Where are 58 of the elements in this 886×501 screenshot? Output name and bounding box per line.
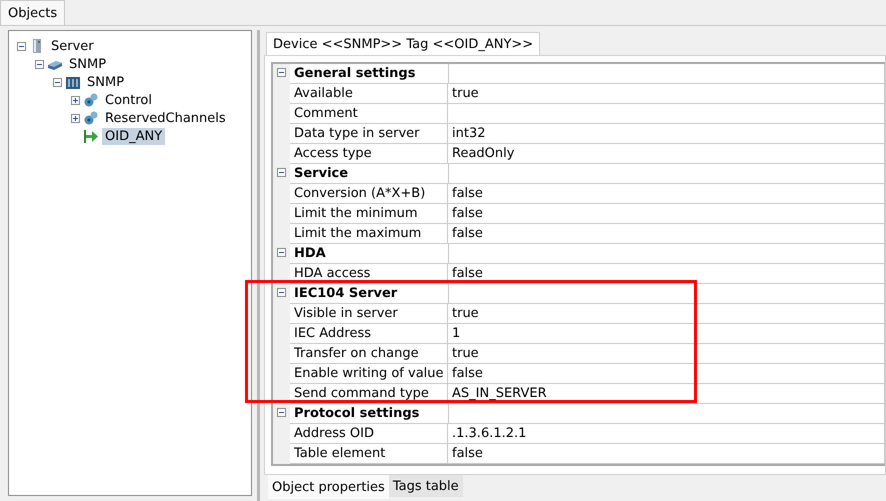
section-header: General settings xyxy=(290,64,885,84)
tree-item[interactable]: SNMP xyxy=(66,56,110,72)
expand-toggle[interactable] xyxy=(71,114,80,122)
expand-toggle[interactable] xyxy=(277,248,286,257)
tree-item[interactable]: OID_ANY xyxy=(102,128,166,144)
section-header: IEC104 Server xyxy=(290,284,885,304)
tree-item[interactable]: SNMP xyxy=(84,74,128,90)
property-name: IEC Address xyxy=(290,324,448,344)
bottom-tab[interactable]: Object properties xyxy=(268,475,389,499)
tree-item[interactable]: ReservedChannels xyxy=(102,110,229,126)
property-name: Table element xyxy=(290,444,448,464)
property-value[interactable]: AS_IN_SERVER xyxy=(448,384,885,404)
property-value[interactable]: int32 xyxy=(448,124,885,144)
property-name: Send command type xyxy=(290,384,448,404)
rack-icon xyxy=(65,74,81,90)
section-header: Service xyxy=(290,164,885,184)
property-name: Conversion (A*X+B) xyxy=(290,184,448,204)
section-header: HDA xyxy=(290,244,885,264)
property-value[interactable]: false xyxy=(448,364,885,384)
property-value[interactable]: false xyxy=(448,224,885,244)
property-value[interactable]: true xyxy=(448,304,885,324)
property-name: Limit the minimum xyxy=(290,204,448,224)
expand-toggle[interactable] xyxy=(71,96,80,104)
property-name: Transfer on change xyxy=(290,344,448,364)
property-value[interactable]: false xyxy=(448,264,885,284)
property-value[interactable]: 1 xyxy=(448,324,885,344)
expand-toggle[interactable] xyxy=(277,288,286,297)
expand-toggle[interactable] xyxy=(53,78,62,86)
property-value[interactable]: false xyxy=(448,184,885,204)
property-name: Access type xyxy=(290,144,448,164)
expand-toggle[interactable] xyxy=(277,68,286,77)
property-name: Comment xyxy=(290,104,448,124)
property-name: HDA access xyxy=(290,264,448,284)
gears-icon xyxy=(83,110,99,126)
property-value[interactable]: true xyxy=(448,84,885,104)
property-value[interactable]: .1.3.6.1.2.1 xyxy=(448,424,885,444)
section-header: Protocol settings xyxy=(290,404,885,424)
tree-item[interactable]: Server xyxy=(48,38,97,54)
arrow-icon xyxy=(83,128,99,144)
property-value[interactable]: true xyxy=(448,344,885,364)
property-name: Visible in server xyxy=(290,304,448,324)
property-value[interactable]: false xyxy=(448,444,885,464)
expand-toggle[interactable] xyxy=(277,168,286,177)
property-name: Available xyxy=(290,84,448,104)
property-name: Data type in server xyxy=(290,124,448,144)
expand-toggle[interactable] xyxy=(277,408,286,417)
gears-icon xyxy=(83,92,99,108)
bottom-tab[interactable]: Tags table xyxy=(388,475,463,497)
tree-item[interactable]: Control xyxy=(102,92,155,108)
property-name: Enable writing of value xyxy=(290,364,448,384)
objects-tab[interactable]: Objects xyxy=(0,0,66,25)
property-name: Limit the maximum xyxy=(290,224,448,244)
expand-toggle[interactable] xyxy=(35,60,44,68)
expand-toggle[interactable] xyxy=(17,42,26,50)
property-name: Address OID xyxy=(290,424,448,444)
panel-tab[interactable]: Device <<SNMP>> Tag <<OID_ANY>> xyxy=(266,32,540,55)
property-value[interactable]: ReadOnly xyxy=(448,144,885,164)
property-value[interactable]: false xyxy=(448,204,885,224)
